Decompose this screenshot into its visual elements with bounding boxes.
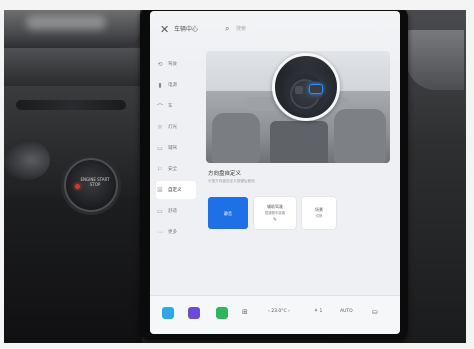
sidebar-item-label: 驾驶 <box>168 62 177 67</box>
sidebar-item-label: 辅驾 <box>168 146 177 151</box>
option-label: 静音 <box>224 210 232 216</box>
dashboard-right-glare <box>406 30 464 90</box>
sidebar-item-label: 电源 <box>168 83 177 88</box>
infotainment-screen: ✕ 车辆中心 ⌕ 搜索 ⟲ 驾驶 ▮ 电源 ⌒ 车 ☼ 灯光 ▭ 辅驾 ⚐ 安全 ☒ 自定义 ▭ 舒适 ⋯ 更多 … <box>150 11 400 334</box>
search-label[interactable]: 搜索 <box>236 25 246 32</box>
photo-border-left <box>0 0 4 349</box>
sidebar-item-label: 更多 <box>168 230 177 235</box>
option-label: 场景 <box>315 207 323 212</box>
option-mute[interactable]: 静音 <box>208 197 248 229</box>
custom-key-highlight <box>309 84 323 94</box>
dashboard-left-band <box>4 48 142 86</box>
option-sublabel: 切换 <box>315 214 323 218</box>
right-seat-illustration <box>334 109 386 163</box>
photo-border-right <box>466 0 474 349</box>
wheel-button <box>295 86 303 94</box>
engine-start-button[interactable]: ENGINE START STOP <box>64 158 118 212</box>
shield-icon: ⚐ <box>157 165 163 173</box>
sidebar-item[interactable]: ▭ 辅驾 <box>156 139 196 157</box>
steering-stalk <box>4 140 50 180</box>
sidebar-item-label: 车 <box>168 104 173 109</box>
close-icon[interactable]: ✕ <box>160 24 169 35</box>
left-seat-illustration <box>212 113 260 163</box>
air-vent <box>16 100 126 110</box>
option-scene[interactable]: 场景 切换 <box>302 197 336 229</box>
steering-icon: ⟲ <box>157 60 163 68</box>
more-icon: ⋯ <box>157 228 163 236</box>
media-app-icon[interactable] <box>188 307 200 319</box>
sidebar-item[interactable]: ⚐ 安全 <box>156 160 196 178</box>
sidebar-item[interactable]: ⋯ 更多 <box>156 223 196 241</box>
console-illustration <box>270 121 328 163</box>
fan-speed[interactable]: ⚘ 1 <box>314 309 322 314</box>
sidebar-item[interactable]: ▭ 舒适 <box>156 202 196 220</box>
steering-wheel-illustration <box>206 51 390 163</box>
bottom-dock: ⊞ ‹ 23.0°C › ⚘ 1 AUTO ⛀ <box>150 295 400 334</box>
light-icon: ☼ <box>157 123 163 131</box>
map-app-icon[interactable] <box>162 307 174 319</box>
search-icon[interactable]: ⌕ <box>225 24 229 34</box>
option-sublabel: 限速跟车距离 <box>264 210 286 215</box>
sidebar-item[interactable]: ⟲ 驾驶 <box>156 55 196 73</box>
sidebar-item[interactable]: ☼ 灯光 <box>156 118 196 136</box>
sidebar-item[interactable]: ☒ 自定义 <box>156 181 196 199</box>
app-title: 车辆中心 <box>174 26 199 33</box>
phone-app-icon[interactable] <box>216 307 228 319</box>
sidebar-item[interactable]: ⌒ 车 <box>156 97 196 115</box>
sidebar-item[interactable]: ▮ 电源 <box>156 76 196 94</box>
apps-grid-icon[interactable]: ⊞ <box>242 308 248 316</box>
dashboard-left-top <box>4 10 140 48</box>
sidebar-item-label: 舒适 <box>168 209 177 214</box>
car-icon: ⌒ <box>156 103 163 111</box>
sidebar-item-label: 自定义 <box>168 188 182 193</box>
main-content: 方向盘自定义 长按方向盘自定义按键后使用 静音 辅助驾驶 限速跟车距离 ✎ 场景… <box>202 41 396 291</box>
photo-border-bottom <box>0 343 474 349</box>
steering-button-magnifier <box>272 53 340 121</box>
temperature-control[interactable]: ‹ 23.0°C › <box>268 309 290 314</box>
climate-mode[interactable]: AUTO <box>340 309 353 314</box>
sidebar-item-label: 灯光 <box>168 125 177 130</box>
option-label: 辅助驾驶 <box>267 203 283 209</box>
section-subtitle: 长按方向盘自定义按键后使用 <box>208 179 255 183</box>
comfort-icon: ▭ <box>157 207 163 215</box>
sidebar: ⟲ 驾驶 ▮ 电源 ⌒ 车 ☼ 灯光 ▭ 辅驾 ⚐ 安全 ☒ 自定义 ▭ 舒适 ⋯ 更多 <box>150 49 198 299</box>
battery-icon: ▮ <box>158 81 162 89</box>
dashboard-left-lower <box>4 196 142 343</box>
start-button-label: ENGINE START STOP <box>80 177 110 187</box>
custom-icon: ☒ <box>157 186 163 194</box>
section-title: 方向盘自定义 <box>208 171 242 177</box>
assist-icon: ▭ <box>157 144 163 152</box>
dashboard-glare <box>26 16 106 30</box>
sidebar-item-label: 安全 <box>168 167 177 172</box>
edit-icon[interactable]: ✎ <box>273 217 277 223</box>
photo-border-top <box>0 0 474 10</box>
seat-heat-icon[interactable]: ⛀ <box>372 308 378 316</box>
option-assist-driving[interactable]: 辅助驾驶 限速跟车距离 ✎ <box>254 197 296 229</box>
